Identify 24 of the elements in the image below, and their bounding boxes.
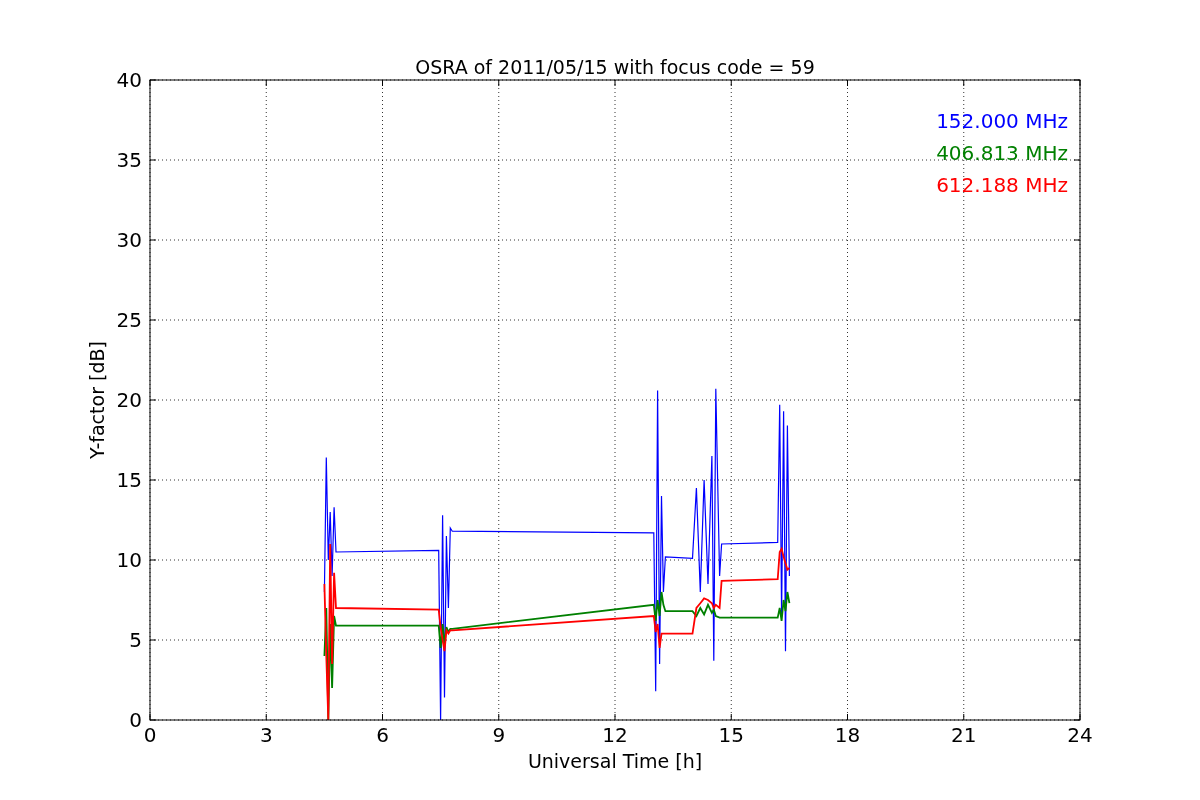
y-tick-label: 20 <box>116 388 142 412</box>
x-tick-label: 9 <box>492 723 506 747</box>
x-tick-label: 18 <box>834 723 861 747</box>
y-tick-label: 0 <box>129 708 142 732</box>
x-tick-label: 3 <box>259 723 273 747</box>
y-tick-label: 25 <box>116 308 142 332</box>
x-tick-label: 21 <box>951 723 977 747</box>
x-tick-label: 6 <box>376 723 389 747</box>
x-axis-label: Universal Time [h] <box>527 750 703 772</box>
x-tick-label: 0 <box>143 723 157 747</box>
y-tick-label: 40 <box>116 68 142 92</box>
y-tick-label: 30 <box>116 228 142 252</box>
x-tick-label: 12 <box>602 723 628 747</box>
chart-title: OSRA of 2011/05/15 with focus code = 59 <box>415 56 815 78</box>
legend-label: 152.000 MHz <box>936 109 1068 133</box>
y-tick-label: 15 <box>116 468 142 492</box>
legend-label: 612.188 MHz <box>936 173 1068 197</box>
x-tick-label: 24 <box>1067 723 1093 747</box>
y-axis-label: Y-factor [dB] <box>86 341 108 459</box>
legend-label: 406.813 MHz <box>936 141 1068 165</box>
y-tick-label: 10 <box>116 548 142 572</box>
x-tick-label: 15 <box>718 723 744 747</box>
y-tick-label: 5 <box>129 628 142 652</box>
y-tick-label: 35 <box>116 148 142 172</box>
